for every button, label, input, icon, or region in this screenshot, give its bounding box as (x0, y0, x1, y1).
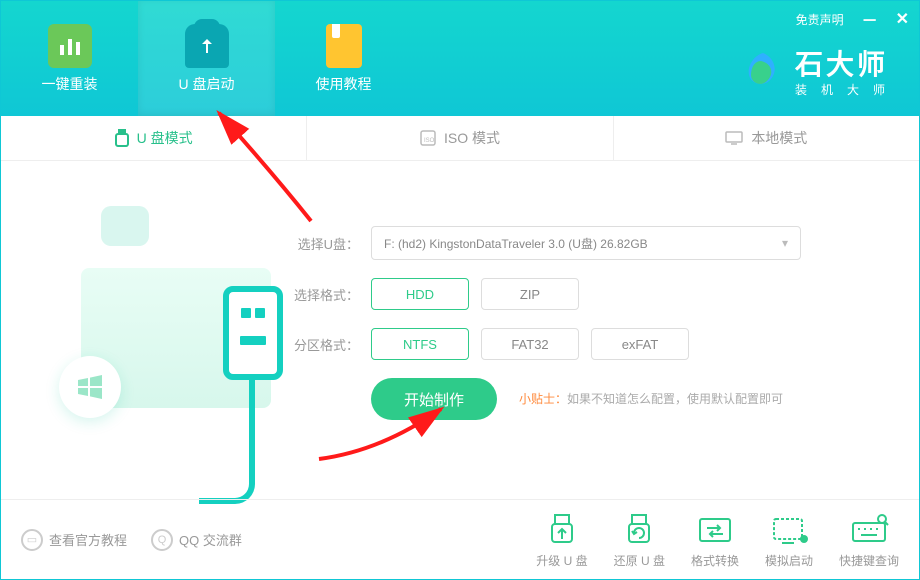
official-tutorial-link[interactable]: ▭ 查看官方教程 (21, 529, 127, 551)
action-upgrade-usb[interactable]: 升级 U 盘 (536, 511, 587, 569)
window-controls: 免责声明 － ✕ (796, 7, 909, 31)
udisk-select[interactable]: F: (hd2) KingstonDataTraveler 3.0 (U盘) 2… (371, 226, 801, 260)
usb-refresh-icon (618, 511, 660, 547)
logo-subtitle: 装机大师 (795, 81, 899, 98)
action-label: 快捷键查询 (839, 552, 899, 569)
close-button[interactable]: ✕ (896, 9, 909, 29)
action-simulate-boot[interactable]: 模拟启动 (765, 511, 813, 569)
mode-tab-local[interactable]: 本地模式 (614, 116, 919, 160)
windows-icon (59, 356, 121, 418)
monitor-icon (725, 131, 743, 145)
convert-icon (694, 511, 736, 547)
action-hotkey-lookup[interactable]: 快捷键查询 (839, 511, 899, 569)
usb-up-icon (541, 511, 583, 547)
footer: ▭ 查看官方教程 Q QQ 交流群 升级 U 盘 还原 U 盘 格式转换 模拟启… (1, 499, 919, 579)
book-open-icon: ▭ (21, 529, 43, 551)
mode-tab-label: 本地模式 (751, 128, 807, 148)
iso-icon: ISO (420, 130, 436, 146)
minimize-button[interactable]: － (862, 7, 878, 31)
action-label: 升级 U 盘 (536, 552, 587, 569)
book-icon (326, 24, 362, 68)
mode-tab-label: ISO 模式 (444, 128, 500, 148)
mode-bar: U 盘模式 ISO ISO 模式 本地模式 (1, 116, 919, 161)
tip-label: 小贴士： (519, 392, 567, 406)
format-option-hdd[interactable]: HDD (371, 278, 469, 310)
footer-link-label: 查看官方教程 (49, 530, 127, 549)
monitor-play-icon (768, 511, 810, 547)
action-format-convert[interactable]: 格式转换 (691, 511, 739, 569)
usb-icon (115, 129, 129, 147)
mode-tab-iso[interactable]: ISO ISO 模式 (307, 116, 613, 160)
format-label: 选择格式： (291, 285, 359, 304)
qq-group-link[interactable]: Q QQ 交流群 (151, 529, 242, 551)
logo-icon (741, 49, 785, 93)
logo-title: 石大师 (795, 43, 899, 83)
chevron-down-icon: ▾ (782, 236, 788, 250)
keyboard-icon (848, 511, 890, 547)
partition-option-exfat[interactable]: exFAT (591, 328, 689, 360)
header-tab-label: U 盘启动 (179, 74, 235, 94)
header-tabs: 一键重装 U 盘启动 使用教程 (1, 1, 412, 116)
header-tab-label: 使用教程 (316, 74, 372, 94)
format-option-zip[interactable]: ZIP (481, 278, 579, 310)
tip-text: 如果不知道怎么配置，使用默认配置即可 (567, 392, 783, 406)
select-udisk-label: 选择U盘： (291, 234, 359, 253)
mode-tab-label: U 盘模式 (137, 128, 193, 148)
usb-shield-icon (185, 24, 229, 68)
main-content: 选择U盘： F: (hd2) KingstonDataTraveler 3.0 … (1, 161, 919, 481)
mode-tab-usb[interactable]: U 盘模式 (1, 116, 307, 160)
action-label: 格式转换 (691, 552, 739, 569)
header-tab-usb-boot[interactable]: U 盘启动 (138, 1, 275, 116)
action-label: 还原 U 盘 (614, 552, 665, 569)
partition-option-fat32[interactable]: FAT32 (481, 328, 579, 360)
header-tab-tutorial[interactable]: 使用教程 (275, 1, 412, 116)
partition-label: 分区格式： (291, 335, 359, 354)
config-form: 选择U盘： F: (hd2) KingstonDataTraveler 3.0 … (291, 186, 889, 471)
header-tab-reinstall[interactable]: 一键重装 (1, 1, 138, 116)
udisk-select-value: F: (hd2) KingstonDataTraveler 3.0 (U盘) 2… (384, 235, 648, 252)
illustration (31, 186, 291, 471)
disclaimer-link[interactable]: 免责声明 (796, 11, 844, 28)
qq-icon: Q (151, 529, 173, 551)
svg-text:ISO: ISO (424, 138, 435, 144)
action-label: 模拟启动 (765, 552, 813, 569)
footer-link-label: QQ 交流群 (179, 530, 242, 549)
header-tab-label: 一键重装 (42, 74, 98, 94)
app-logo: 石大师 装机大师 (741, 43, 899, 98)
bar-chart-icon (48, 24, 92, 68)
app-header: 一键重装 U 盘启动 使用教程 免责声明 － ✕ 石大师 装机大师 (1, 1, 919, 116)
partition-option-ntfs[interactable]: NTFS (371, 328, 469, 360)
action-restore-usb[interactable]: 还原 U 盘 (614, 511, 665, 569)
start-button[interactable]: 开始制作 (371, 378, 497, 420)
